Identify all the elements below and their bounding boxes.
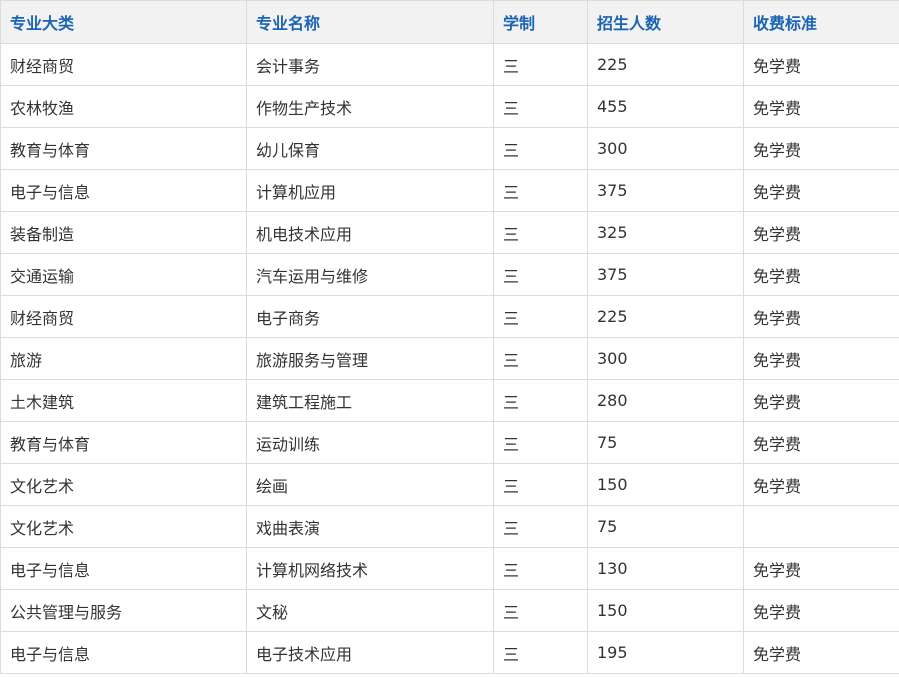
cell-enrollment: 75 bbox=[587, 421, 744, 464]
cell-years: 三 bbox=[493, 463, 588, 506]
cell-major: 幼儿保育 bbox=[246, 127, 494, 170]
cell-category: 文化艺术 bbox=[0, 463, 247, 506]
header-years: 学制 bbox=[493, 0, 588, 44]
cell-major: 电子技术应用 bbox=[246, 631, 494, 674]
table-row: 土木建筑 建筑工程施工三 280 免学费 bbox=[0, 379, 899, 422]
cell-category: 旅游 bbox=[0, 337, 247, 380]
cell-fee: 免学费 bbox=[743, 547, 899, 590]
cell-major: 作物生产技术 bbox=[246, 85, 494, 128]
table-body: 财经商贸 会计事务三 225 免学费 农林牧渔 作物生产技术三 455 免学费 教育与体育 幼儿保… bbox=[0, 43, 899, 674]
header-enrollment: 招生人数 bbox=[587, 0, 744, 44]
cell-years: 三 bbox=[493, 631, 588, 674]
cell-major: 电子商务 bbox=[246, 295, 494, 338]
cell-fee: 免学费 bbox=[743, 43, 899, 86]
table-row: 财经商贸 电子商务三 225 免学费 bbox=[0, 295, 899, 338]
cell-enrollment: 300 bbox=[587, 337, 744, 380]
table-row: 教育与体育 幼儿保育三 300 免学费 bbox=[0, 127, 899, 170]
cell-years: 三 bbox=[493, 253, 588, 296]
table-row: 文化艺术 绘画三 150 免学费 bbox=[0, 463, 899, 506]
cell-enrollment: 130 bbox=[587, 547, 744, 590]
table-row: 农林牧渔 作物生产技术三 455 免学费 bbox=[0, 85, 899, 128]
cell-major: 计算机网络技术 bbox=[246, 547, 494, 590]
table-row: 教育与体育 运动训练三 75 免学费 bbox=[0, 421, 899, 464]
cell-major: 会计事务 bbox=[246, 43, 494, 86]
cell-category: 交通运输 bbox=[0, 253, 247, 296]
table-row: 装备制造 机电技术应用三 325 免学费 bbox=[0, 211, 899, 254]
table-row: 电子与信息 计算机网络技术三 130 免学费 bbox=[0, 547, 899, 590]
cell-major: 机电技术应用 bbox=[246, 211, 494, 254]
table-row: 财经商贸 会计事务三 225 免学费 bbox=[0, 43, 899, 86]
cell-years: 三 bbox=[493, 169, 588, 212]
cell-enrollment: 375 bbox=[587, 253, 744, 296]
cell-category: 农林牧渔 bbox=[0, 85, 247, 128]
cell-major: 旅游服务与管理 bbox=[246, 337, 494, 380]
cell-enrollment: 325 bbox=[587, 211, 744, 254]
cell-fee: 免学费 bbox=[743, 421, 899, 464]
cell-years: 三 bbox=[493, 589, 588, 632]
cell-fee: 免学费 bbox=[743, 85, 899, 128]
cell-category: 电子与信息 bbox=[0, 631, 247, 674]
cell-fee: 免学费 bbox=[743, 295, 899, 338]
cell-years: 三 bbox=[493, 295, 588, 338]
cell-major: 建筑工程施工 bbox=[246, 379, 494, 422]
cell-years: 三 bbox=[493, 85, 588, 128]
cell-major: 计算机应用 bbox=[246, 169, 494, 212]
cell-enrollment: 195 bbox=[587, 631, 744, 674]
cell-major: 运动训练 bbox=[246, 421, 494, 464]
cell-years: 三 bbox=[493, 547, 588, 590]
cell-major: 绘画 bbox=[246, 463, 494, 506]
cell-enrollment: 150 bbox=[587, 463, 744, 506]
table-row: 文化艺术 戏曲表演三 75 bbox=[0, 505, 899, 548]
enrollment-table: 专业大类 专业名称 学制 招生人数 收费标准 财经商贸 会计事务三 225 免学费 农林… bbox=[0, 0, 899, 674]
cell-category: 装备制造 bbox=[0, 211, 247, 254]
cell-major: 文秘 bbox=[246, 589, 494, 632]
cell-fee: 免学费 bbox=[743, 211, 899, 254]
cell-fee: 免学费 bbox=[743, 379, 899, 422]
cell-years: 三 bbox=[493, 211, 588, 254]
header-category: 专业大类 bbox=[0, 0, 247, 44]
header-major: 专业名称 bbox=[246, 0, 494, 44]
cell-enrollment: 150 bbox=[587, 589, 744, 632]
cell-enrollment: 455 bbox=[587, 85, 744, 128]
cell-category: 土木建筑 bbox=[0, 379, 247, 422]
table-header: 专业大类 专业名称 学制 招生人数 收费标准 bbox=[0, 0, 899, 44]
cell-fee: 免学费 bbox=[743, 169, 899, 212]
cell-category: 教育与体育 bbox=[0, 421, 247, 464]
cell-years: 三 bbox=[493, 379, 588, 422]
cell-category: 财经商贸 bbox=[0, 295, 247, 338]
cell-years: 三 bbox=[493, 505, 588, 548]
cell-fee: 免学费 bbox=[743, 463, 899, 506]
table-row: 电子与信息 计算机应用三 375 免学费 bbox=[0, 169, 899, 212]
cell-category: 财经商贸 bbox=[0, 43, 247, 86]
cell-fee: 免学费 bbox=[743, 127, 899, 170]
cell-enrollment: 75 bbox=[587, 505, 744, 548]
table-row: 公共管理与服务 文秘三 150 免学费 bbox=[0, 589, 899, 632]
cell-fee: 免学费 bbox=[743, 589, 899, 632]
header-fee: 收费标准 bbox=[743, 0, 899, 44]
cell-enrollment: 280 bbox=[587, 379, 744, 422]
cell-category: 教育与体育 bbox=[0, 127, 247, 170]
cell-category: 电子与信息 bbox=[0, 169, 247, 212]
cell-category: 文化艺术 bbox=[0, 505, 247, 548]
table-row: 交通运输 汽车运用与维修三 375 免学费 bbox=[0, 253, 899, 296]
cell-category: 电子与信息 bbox=[0, 547, 247, 590]
cell-fee bbox=[743, 505, 899, 548]
cell-major: 戏曲表演 bbox=[246, 505, 494, 548]
cell-years: 三 bbox=[493, 127, 588, 170]
cell-years: 三 bbox=[493, 337, 588, 380]
header-row: 专业大类 专业名称 学制 招生人数 收费标准 bbox=[0, 0, 899, 44]
cell-enrollment: 375 bbox=[587, 169, 744, 212]
cell-enrollment: 225 bbox=[587, 295, 744, 338]
cell-enrollment: 225 bbox=[587, 43, 744, 86]
cell-major: 汽车运用与维修 bbox=[246, 253, 494, 296]
table-row: 电子与信息 电子技术应用三 195 免学费 bbox=[0, 631, 899, 674]
table-row: 旅游 旅游服务与管理三 300 免学费 bbox=[0, 337, 899, 380]
cell-fee: 免学费 bbox=[743, 337, 899, 380]
cell-years: 三 bbox=[493, 43, 588, 86]
cell-fee: 免学费 bbox=[743, 631, 899, 674]
cell-years: 三 bbox=[493, 421, 588, 464]
cell-enrollment: 300 bbox=[587, 127, 744, 170]
cell-category: 公共管理与服务 bbox=[0, 589, 247, 632]
cell-fee: 免学费 bbox=[743, 253, 899, 296]
